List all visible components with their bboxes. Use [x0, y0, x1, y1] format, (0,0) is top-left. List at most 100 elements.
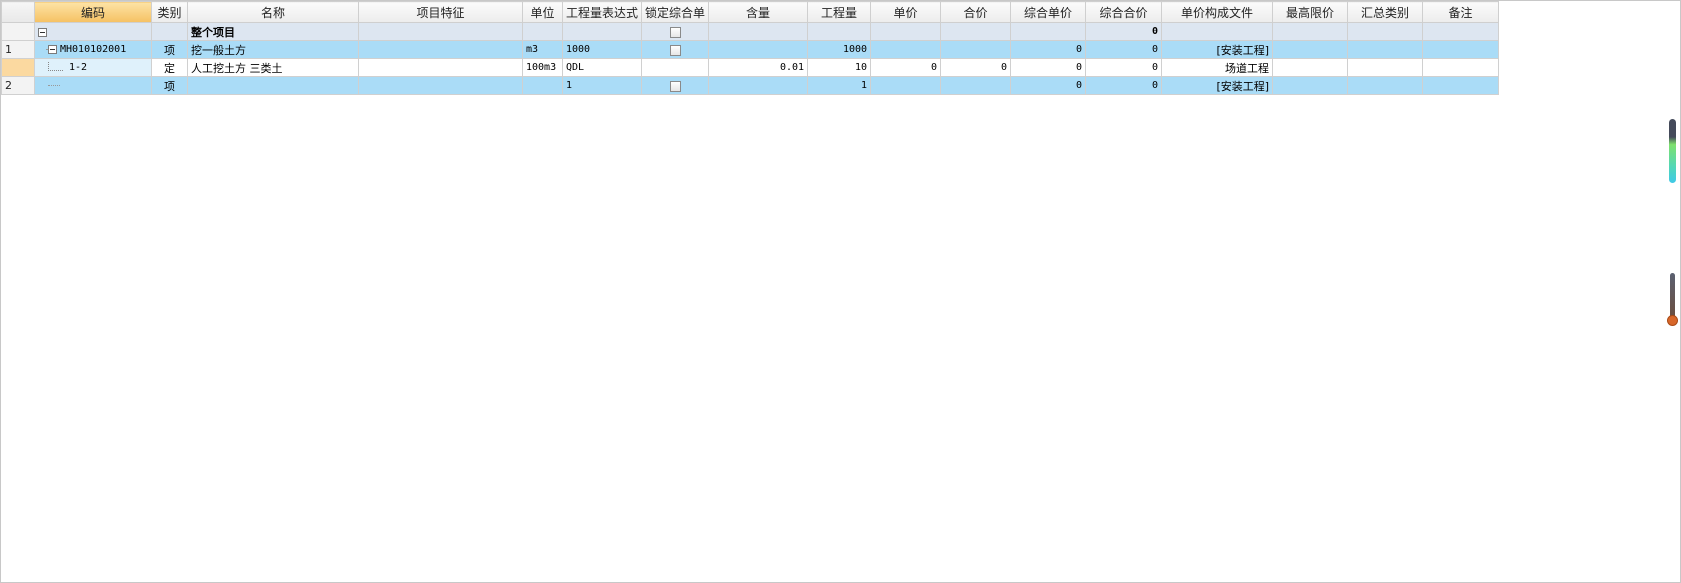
summary-cat-cell[interactable]	[1347, 76, 1424, 95]
max-price-cell[interactable]	[1272, 40, 1349, 59]
qty-cell[interactable]	[807, 22, 872, 41]
col-header-total-price[interactable]: 合价	[940, 1, 1012, 23]
col-header-summary-cat[interactable]: 汇总类别	[1347, 1, 1424, 23]
comp-unit-price-cell[interactable]	[1010, 22, 1087, 41]
feature-cell[interactable]	[358, 76, 523, 95]
unit-cell[interactable]	[522, 22, 563, 41]
name-cell[interactable]	[187, 76, 359, 95]
name-cell[interactable]: 整个项目	[187, 22, 359, 41]
unit-cell[interactable]	[522, 76, 563, 95]
table-row-quota[interactable]: 1-2 定 人工挖土方 三类土 100m3 QDL 0.01 10 0 0 0 …	[1, 58, 1500, 77]
name-cell[interactable]: 挖一般土方	[187, 40, 359, 59]
summary-cat-cell[interactable]	[1347, 58, 1424, 77]
lock-cell[interactable]	[641, 58, 710, 77]
col-header-lock[interactable]: 锁定综合单	[641, 1, 710, 23]
comp-total-cell[interactable]: 0	[1085, 76, 1163, 95]
content-cell[interactable]	[708, 76, 809, 95]
price-file-cell[interactable]: 场道工程	[1161, 58, 1274, 77]
qty-cell[interactable]: 10	[807, 58, 872, 77]
total-price-cell[interactable]: 0	[940, 58, 1012, 77]
type-cell[interactable]: 项	[151, 40, 188, 59]
col-header-type[interactable]: 类别	[151, 1, 188, 23]
col-header-code[interactable]: 编码	[34, 1, 152, 23]
checkbox-icon[interactable]	[669, 80, 681, 92]
collapse-icon[interactable]	[38, 27, 47, 37]
price-file-cell[interactable]: [安装工程]	[1161, 76, 1274, 95]
code-cell[interactable]: MH010102001	[34, 40, 152, 59]
corner-header[interactable]	[1, 1, 35, 23]
row-number[interactable]	[1, 58, 35, 77]
col-header-comp-total[interactable]: 综合合价	[1085, 1, 1163, 23]
qty-expr-cell[interactable]: 1000	[561, 40, 643, 59]
summary-cat-cell[interactable]	[1347, 40, 1424, 59]
qty-expr-cell[interactable]: QDL	[561, 58, 643, 77]
remark-cell[interactable]	[1422, 76, 1500, 95]
remark-cell[interactable]	[1422, 40, 1500, 59]
feature-cell[interactable]	[358, 22, 523, 41]
col-header-qty[interactable]: 工程量	[807, 1, 872, 23]
level-gauge-icon	[1669, 119, 1676, 183]
max-price-cell[interactable]	[1272, 76, 1349, 95]
max-price-cell[interactable]	[1272, 58, 1349, 77]
col-header-remark[interactable]: 备注	[1422, 1, 1500, 23]
content-cell[interactable]	[708, 40, 809, 59]
unit-price-cell[interactable]	[870, 22, 942, 41]
summary-cat-cell[interactable]	[1347, 22, 1424, 41]
code-cell[interactable]	[34, 76, 152, 95]
col-header-comp-unit-price[interactable]: 综合单价	[1010, 1, 1087, 23]
total-price-cell[interactable]	[940, 22, 1012, 41]
total-price-cell[interactable]	[940, 76, 1012, 95]
table-row-project[interactable]: 整个项目 0	[1, 22, 1500, 41]
row-number[interactable]	[1, 22, 35, 41]
feature-cell[interactable]	[358, 58, 523, 77]
qty-cell[interactable]: 1000	[807, 40, 872, 59]
unit-price-cell[interactable]	[870, 40, 942, 59]
type-cell[interactable]	[151, 22, 188, 41]
qty-expr-cell[interactable]	[561, 22, 643, 41]
content-cell[interactable]	[708, 22, 809, 41]
code-cell[interactable]	[34, 22, 152, 41]
col-header-max-price[interactable]: 最高限价	[1272, 1, 1349, 23]
comp-total-cell[interactable]: 0	[1085, 22, 1163, 41]
remark-cell[interactable]	[1422, 58, 1500, 77]
unit-price-cell[interactable]	[870, 76, 942, 95]
remark-cell[interactable]	[1422, 22, 1500, 41]
comp-total-cell[interactable]: 0	[1085, 40, 1163, 59]
comp-unit-price-cell[interactable]: 0	[1010, 40, 1087, 59]
total-price-cell[interactable]	[940, 40, 1012, 59]
unit-price-cell[interactable]: 0	[870, 58, 942, 77]
comp-unit-price-cell[interactable]: 0	[1010, 58, 1087, 77]
col-header-feature[interactable]: 项目特征	[358, 1, 523, 23]
name-cell[interactable]: 人工挖土方 三类土	[187, 58, 359, 77]
unit-cell[interactable]: 100m3	[522, 58, 563, 77]
row-number[interactable]: 1	[1, 40, 35, 59]
qty-expr-cell[interactable]: 1	[561, 76, 643, 95]
col-header-price-file[interactable]: 单价构成文件	[1161, 1, 1274, 23]
max-price-cell[interactable]	[1272, 22, 1349, 41]
lock-cell[interactable]	[641, 40, 710, 59]
col-header-content[interactable]: 含量	[708, 1, 809, 23]
type-cell[interactable]: 项	[151, 76, 188, 95]
collapse-icon[interactable]	[48, 44, 57, 54]
col-header-name[interactable]: 名称	[187, 1, 359, 23]
checkbox-icon[interactable]	[669, 26, 681, 38]
unit-cell[interactable]: m3	[522, 40, 563, 59]
lock-cell[interactable]	[641, 22, 710, 41]
table-row-item[interactable]: 2 项 1 1 0 0 [安装工程]	[1, 76, 1500, 95]
qty-cell[interactable]: 1	[807, 76, 872, 95]
checkbox-icon[interactable]	[669, 44, 681, 56]
comp-unit-price-cell[interactable]: 0	[1010, 76, 1087, 95]
type-cell[interactable]: 定	[151, 58, 188, 77]
row-number[interactable]: 2	[1, 76, 35, 95]
comp-total-cell[interactable]: 0	[1085, 58, 1163, 77]
table-row-item[interactable]: 1 MH010102001 项 挖一般土方 m3 1000 1000 0 0 […	[1, 40, 1500, 59]
code-cell[interactable]: 1-2	[34, 58, 152, 77]
col-header-unit[interactable]: 单位	[522, 1, 563, 23]
col-header-unit-price[interactable]: 单价	[870, 1, 942, 23]
content-cell[interactable]: 0.01	[708, 58, 809, 77]
feature-cell[interactable]	[358, 40, 523, 59]
price-file-cell[interactable]	[1161, 22, 1274, 41]
lock-cell[interactable]	[641, 76, 710, 95]
price-file-cell[interactable]: [安装工程]	[1161, 40, 1274, 59]
col-header-qty-expr[interactable]: 工程量表达式	[561, 1, 643, 23]
